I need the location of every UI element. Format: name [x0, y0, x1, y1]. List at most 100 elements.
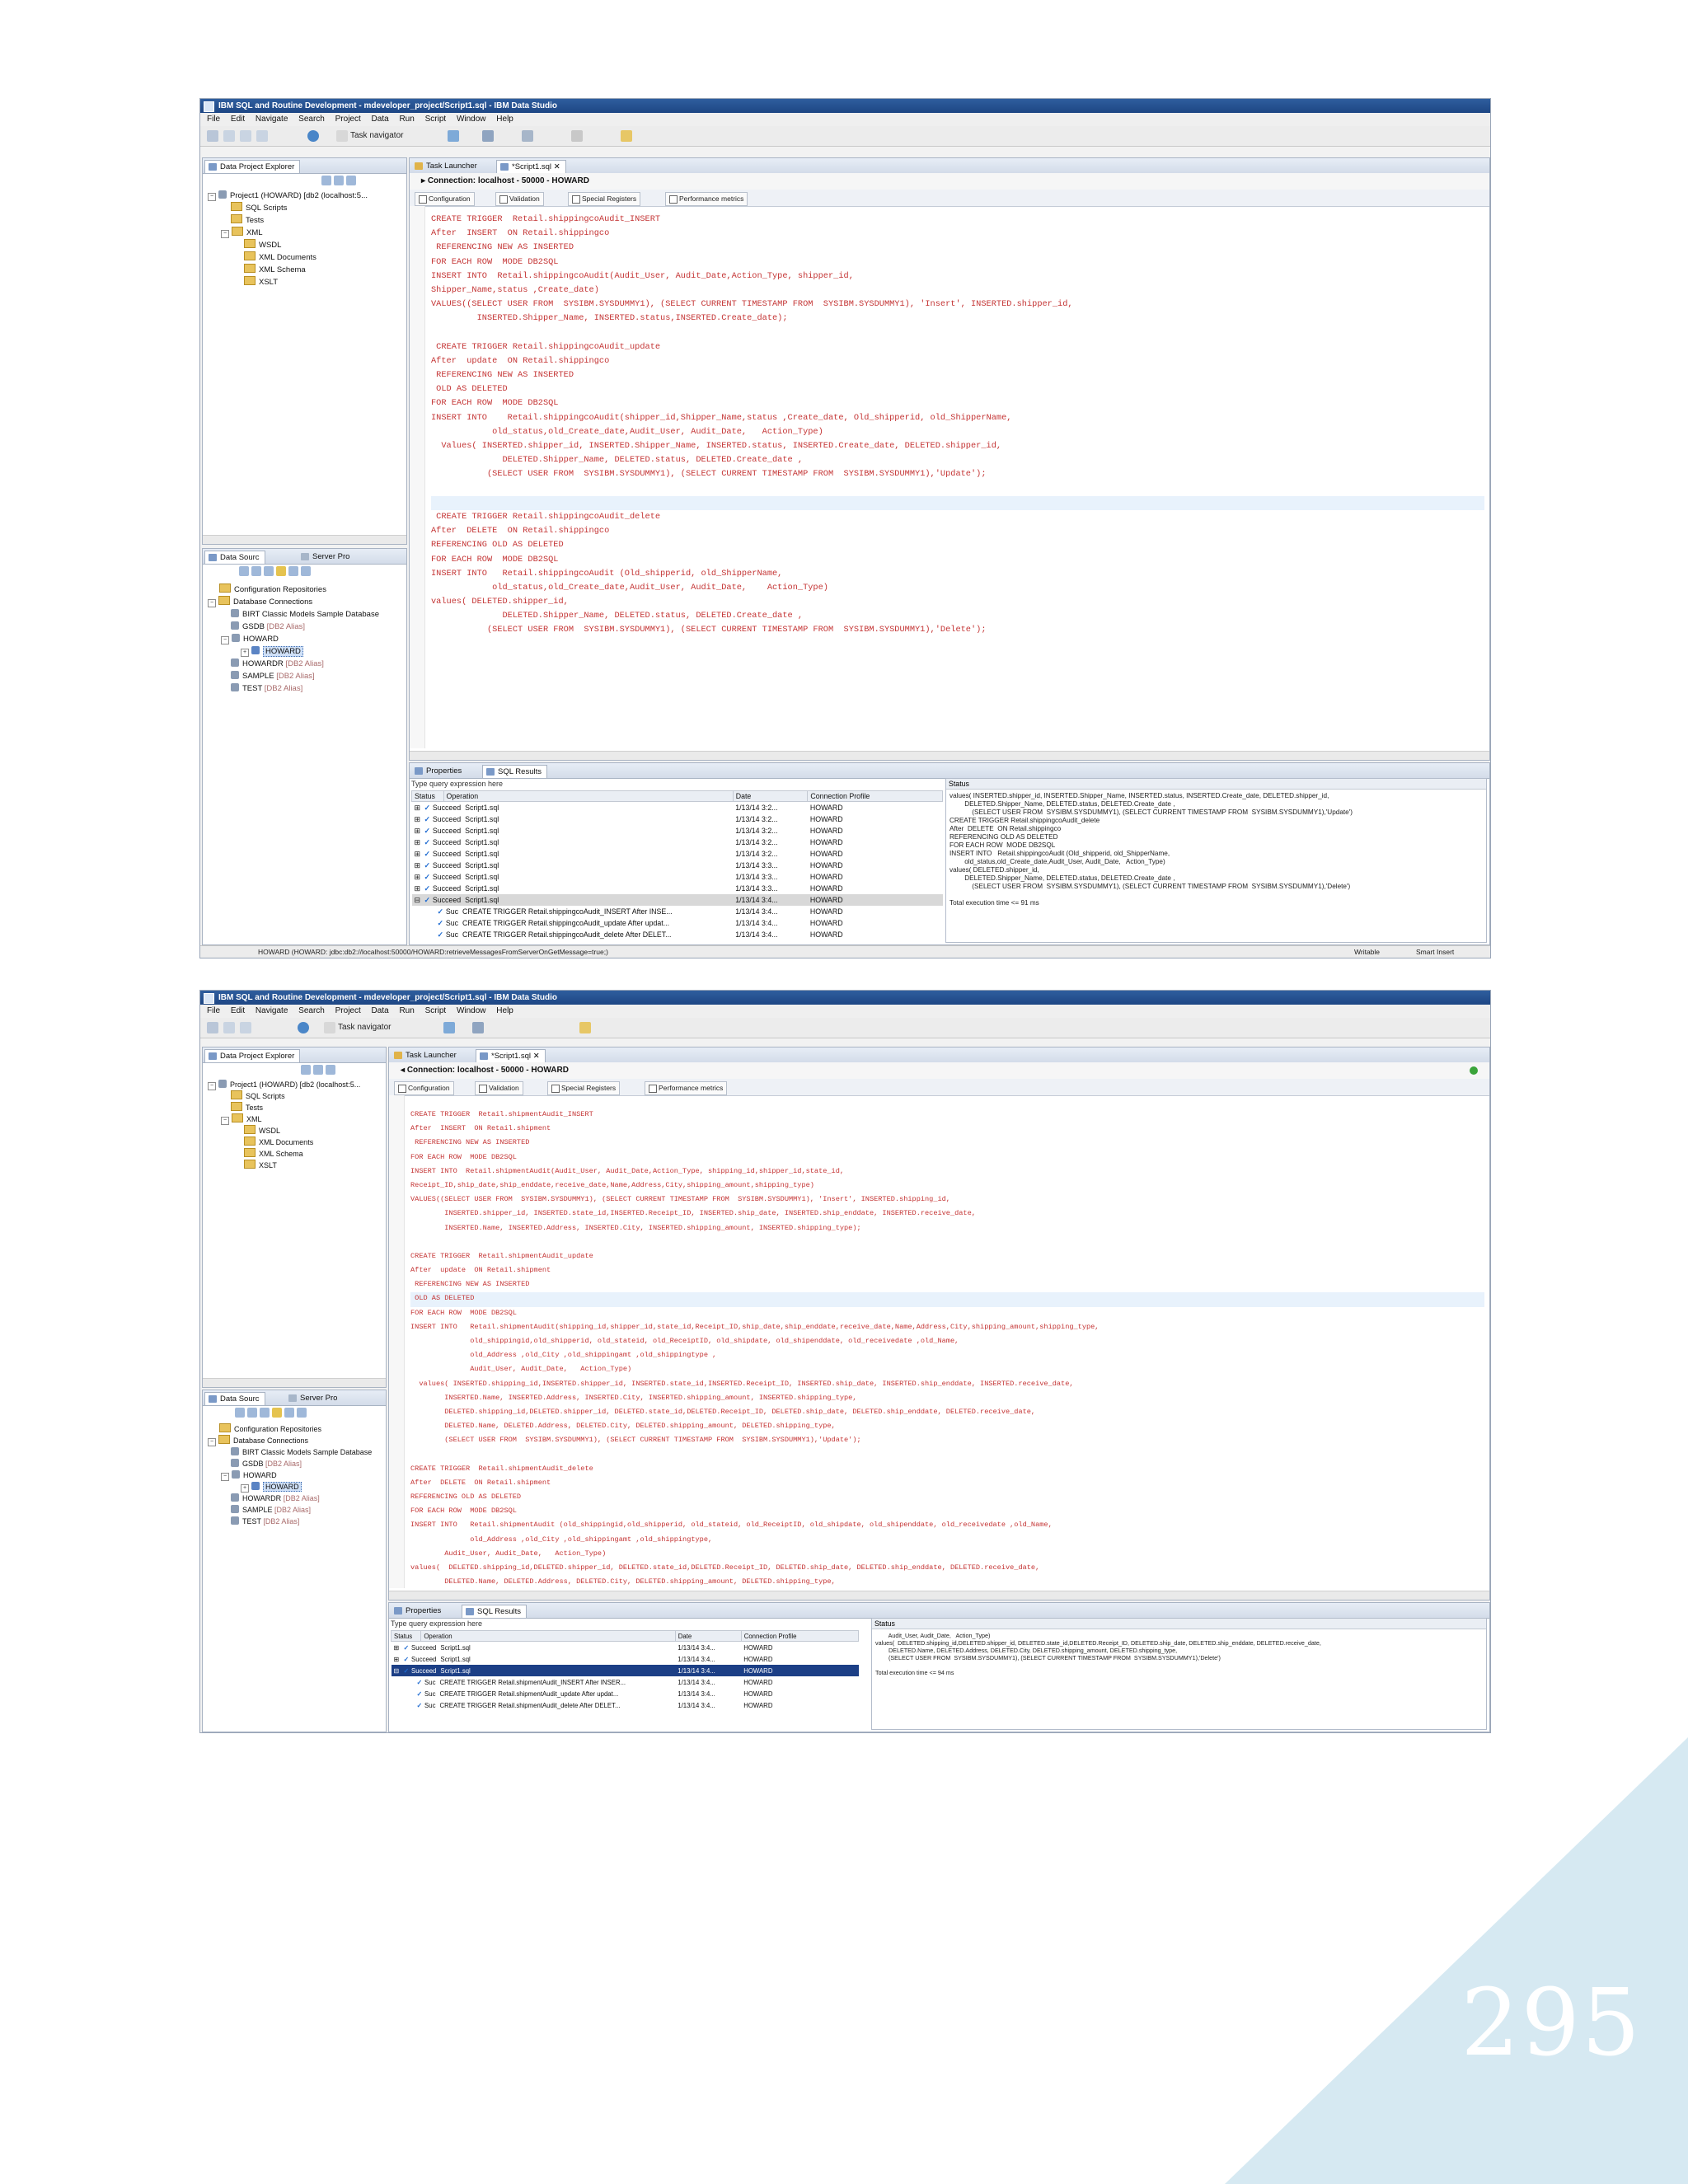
- code-line[interactable]: (SELECT USER FROM SYSIBM.SYSDUMMY1), (SE…: [431, 467, 1484, 481]
- code-line[interactable]: INSERT INTO Retail.shipmentAudit(shippin…: [410, 1321, 1484, 1335]
- task-navigator-icon[interactable]: [324, 1022, 335, 1033]
- tab-task-launcher[interactable]: Task Launcher: [391, 1049, 462, 1062]
- code-line[interactable]: old_status,old_Create_date,Audit_User, A…: [431, 581, 1484, 595]
- collapse-icon[interactable]: −: [221, 1473, 229, 1481]
- menu-file[interactable]: File: [207, 115, 220, 124]
- code-line[interactable]: old_status,old_Create_date,Audit_User, A…: [431, 425, 1484, 439]
- new-icon[interactable]: [207, 130, 218, 142]
- data-source-icon[interactable]: [307, 130, 319, 142]
- code-line[interactable]: INSERTED.Name, INSERTED.Address, INSERTE…: [410, 1222, 1484, 1236]
- code-line[interactable]: REFERENCING NEW AS INSERTED: [410, 1137, 1484, 1151]
- subtab-performance-metrics[interactable]: Performance metrics: [665, 192, 748, 206]
- tree-item[interactable]: − HOWARD: [208, 1469, 372, 1481]
- code-line[interactable]: DELETED.Shipper_Name, DELETED.status, DE…: [431, 609, 1484, 623]
- sql-code[interactable]: CREATE TRIGGER Retail.shippingcoAudit_IN…: [431, 213, 1484, 638]
- expand-icon[interactable]: ⊞: [415, 850, 424, 859]
- search-icon[interactable]: [482, 130, 494, 142]
- code-line[interactable]: old_Address ,old_City ,old_shippingamt ,…: [410, 1534, 1484, 1548]
- expand-icon[interactable]: +: [241, 1484, 249, 1493]
- tree-item[interactable]: XSLT: [208, 1160, 360, 1171]
- close-tab-icon[interactable]: ✕: [554, 162, 560, 171]
- code-line[interactable]: REFERENCING OLD AS DELETED: [431, 538, 1484, 552]
- expand-icon[interactable]: ⊞: [415, 827, 424, 836]
- search-icon[interactable]: [472, 1022, 484, 1033]
- menu-help[interactable]: Help: [496, 115, 513, 124]
- code-line[interactable]: INSERT INTO Retail.shipmentAudit (old_sh…: [410, 1519, 1484, 1533]
- tab-server-profiles[interactable]: Server Pro: [298, 551, 354, 563]
- code-line[interactable]: After INSERT ON Retail.shipment: [410, 1122, 1484, 1137]
- editor-hscrollbar[interactable]: [410, 751, 1489, 760]
- code-line[interactable]: DELETED.shipping_id,DELETED.shipper_id, …: [410, 1406, 1484, 1420]
- collapse-icon[interactable]: −: [221, 230, 229, 238]
- expand-connection-icon[interactable]: ▸: [421, 176, 428, 185]
- menu-script[interactable]: Script: [425, 115, 447, 124]
- forward-icon[interactable]: [579, 1022, 591, 1033]
- code-line[interactable]: DELETED.Name, DELETED.Address, DELETED.C…: [410, 1576, 1484, 1590]
- save-all-icon[interactable]: [240, 1022, 251, 1033]
- code-line[interactable]: CREATE TRIGGER Retail.shippingcoAudit_de…: [431, 510, 1484, 524]
- code-line[interactable]: OLD AS DELETED: [410, 1292, 1484, 1307]
- code-line[interactable]: CREATE TRIGGER Retail.shipmentAudit_dele…: [410, 1463, 1484, 1477]
- tree-item[interactable]: XML Documents: [208, 1137, 360, 1148]
- subtab-performance-metrics[interactable]: Performance metrics: [645, 1081, 728, 1095]
- new-connection-icon[interactable]: [239, 566, 249, 576]
- col-connection-profile[interactable]: Connection Profile: [740, 1630, 860, 1642]
- menu-data[interactable]: Data: [372, 1006, 389, 1015]
- expand-icon[interactable]: ⊞: [415, 884, 424, 893]
- expand-connection-icon[interactable]: ◂: [401, 1066, 407, 1075]
- subtab-special-registers[interactable]: Special Registers: [547, 1081, 621, 1095]
- task-navigator-label[interactable]: Task navigator: [350, 131, 403, 140]
- tree-item[interactable]: BIRT Classic Models Sample Database: [208, 1446, 372, 1458]
- results-filter-input[interactable]: Type query expression here: [391, 1619, 482, 1628]
- col-date[interactable]: Date: [674, 1630, 742, 1642]
- tab-data-project-explorer[interactable]: Data Project Explorer: [204, 1049, 301, 1062]
- col-operation[interactable]: Operation: [443, 790, 734, 802]
- table-row[interactable]: ⊞ ✓ Succeed Script1.sql 1/13/14 3:2... HOWARD: [412, 825, 943, 837]
- collapse-icon[interactable]: −: [208, 193, 216, 201]
- new-connection-icon[interactable]: [235, 1408, 245, 1418]
- view-menu-icon[interactable]: [346, 176, 356, 185]
- table-row[interactable]: ✓ Suc CREATE TRIGGER Retail.shippingcoAudi…: [412, 917, 943, 929]
- tree-item[interactable]: Configuration Repositories: [208, 583, 379, 596]
- code-line[interactable]: INSERT INTO Retail.shippingcoAudit (Old_…: [431, 567, 1484, 581]
- code-line[interactable]: [410, 1236, 1484, 1250]
- save-all-icon[interactable]: [240, 130, 251, 142]
- code-line[interactable]: values( INSERTED.shipping_id,INSERTED.sh…: [410, 1378, 1484, 1392]
- table-row[interactable]: ⊞ ✓ Succeed Script1.sql 1/13/14 3:3... HOWARD: [412, 883, 943, 894]
- code-line[interactable]: Values( INSERTED.shipper_id, INSERTED.Sh…: [431, 439, 1484, 453]
- tree-item[interactable]: XSLT: [208, 276, 368, 288]
- tree-item[interactable]: − Project1 (HOWARD) [db2 (localhost:5...: [208, 190, 368, 202]
- editor-hscrollbar[interactable]: [389, 1591, 1489, 1600]
- expand-icon[interactable]: +: [241, 649, 249, 657]
- disconnect-icon[interactable]: [288, 566, 298, 576]
- save-icon[interactable]: [223, 130, 235, 142]
- table-row[interactable]: ⊞ ✓ Succeed Script1.sql 1/13/14 3:3... HOWARD: [412, 860, 943, 871]
- menu-edit[interactable]: Edit: [231, 115, 245, 124]
- tree-item[interactable]: HOWARDR [DB2 Alias]: [208, 658, 379, 670]
- code-line[interactable]: INSERTED.Shipper_Name, INSERTED.status,I…: [431, 312, 1484, 326]
- run-icon[interactable]: [448, 130, 459, 142]
- menu-script[interactable]: Script: [425, 1006, 447, 1015]
- code-line[interactable]: CREATE TRIGGER Retail.shipmentAudit_upda…: [410, 1250, 1484, 1264]
- table-row[interactable]: ⊞ ✓ Succeed Script1.sql 1/13/14 3:2... HOWARD: [412, 837, 943, 848]
- code-line[interactable]: old_shippingid,old_shipperid, old_statei…: [410, 1335, 1484, 1349]
- tab-properties[interactable]: Properties: [391, 1605, 446, 1617]
- menu-run[interactable]: Run: [399, 115, 414, 124]
- code-line[interactable]: DELETED.Name, DELETED.Address, DELETED.C…: [410, 1420, 1484, 1434]
- tab-task-launcher[interactable]: Task Launcher: [411, 160, 482, 172]
- code-line[interactable]: After DELETE ON Retail.shipment: [410, 1477, 1484, 1491]
- code-line[interactable]: FOR EACH ROW MODE DB2SQL: [410, 1505, 1484, 1519]
- code-line[interactable]: CREATE TRIGGER Retail.shippingcoAudit_IN…: [431, 213, 1484, 227]
- table-row[interactable]: ⊞ ✓ Succeed Script1.sql 1/13/14 3:2... HOWARD: [412, 848, 943, 860]
- tree-item[interactable]: − Database Connections: [208, 1435, 372, 1446]
- link-editor-icon[interactable]: [313, 1065, 323, 1075]
- subtab-configuration[interactable]: Configuration: [415, 192, 475, 206]
- code-line[interactable]: VALUES((SELECT USER FROM SYSIBM.SYSDUMMY…: [431, 298, 1484, 312]
- properties-icon[interactable]: [297, 1408, 307, 1418]
- explorer-hscrollbar[interactable]: [203, 535, 406, 544]
- data-source-icon[interactable]: [298, 1022, 309, 1033]
- tree-item[interactable]: Tests: [208, 214, 368, 227]
- expand-icon[interactable]: ⊞: [415, 804, 424, 813]
- connect-icon[interactable]: [276, 566, 286, 576]
- code-line[interactable]: After DELETE ON Retail.shippingco: [431, 524, 1484, 538]
